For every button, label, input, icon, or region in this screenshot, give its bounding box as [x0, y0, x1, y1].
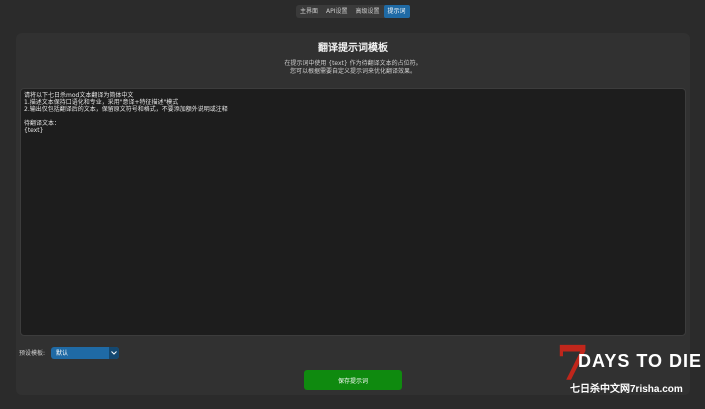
tab-prompt[interactable]: 提示词 — [383, 5, 410, 18]
chevron-down-icon — [109, 346, 120, 359]
tab-main[interactable]: 主界面 — [296, 5, 322, 18]
description-line-1: 在提示词中使用 {text} 作为待翻译文本的占位符。 — [284, 60, 422, 67]
description: 在提示词中使用 {text} 作为待翻译文本的占位符。 您可以根据需要自定义提示… — [16, 60, 690, 76]
logo-site: 七日杀中文网7risha.com — [570, 384, 683, 395]
preset-row: 预设模板: 默认 — [19, 346, 120, 359]
tab-api-settings[interactable]: API设置 — [322, 5, 352, 18]
save-prompt-button[interactable]: 保存提示词 — [304, 370, 402, 390]
logo-title: DAYS TO DIE — [578, 351, 703, 371]
tab-bar: 主界面 API设置 高级设置 提示词 — [296, 5, 410, 18]
page-title: 翻译提示词模板 — [318, 43, 388, 54]
description-line-2: 您可以根据需要自定义提示词来优化翻译效果。 — [289, 68, 416, 75]
prompt-editor[interactable]: 请将以下七日杀mod文本翻译为简体中文 1.描述文本保持口语化和专业，采用"意译… — [20, 88, 686, 336]
tab-advanced-settings[interactable]: 高级设置 — [352, 5, 384, 18]
preset-label: 预设模板: — [19, 350, 46, 357]
preset-select-value: 默认 — [56, 350, 69, 357]
preset-select[interactable]: 默认 — [51, 346, 120, 359]
watermark-logo: 7 DAYS TO DIE 七日杀中文网7risha.com — [556, 340, 701, 398]
